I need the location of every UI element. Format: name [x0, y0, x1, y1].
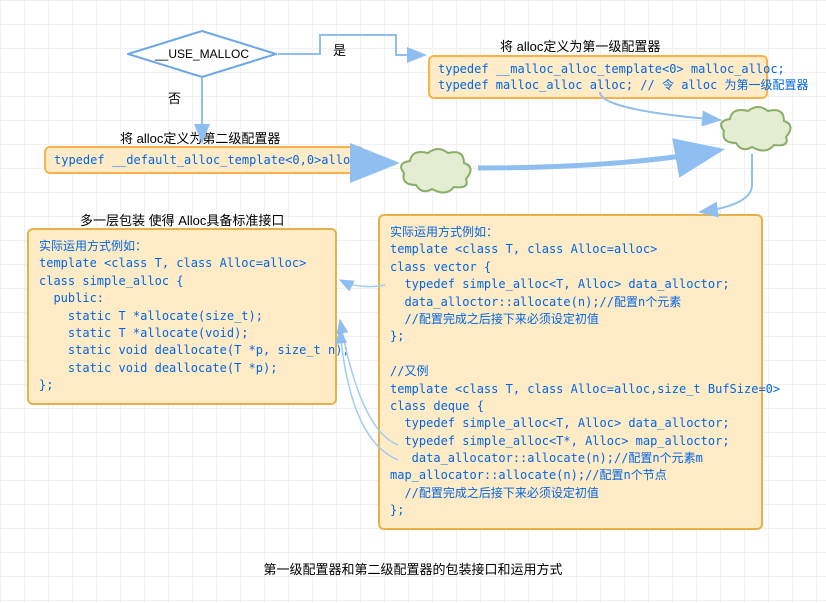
edge-label-no: 否 — [168, 88, 181, 107]
cloud-left — [396, 145, 476, 197]
decision-label: __USE_MALLOC — [127, 30, 277, 78]
footer-caption: 第一级配置器和第二级配置器的包装接口和运用方式 — [0, 559, 826, 578]
code-box-first-level: typedef __malloc_alloc_template<0> mallo… — [428, 55, 768, 99]
code-box-simple-alloc: 实际运用方式例如： template <class T, class Alloc… — [27, 228, 337, 405]
caption-second-level: 将 alloc定义为第二级配置器 — [120, 128, 280, 147]
code-box-second-level: typedef __default_alloc_template<0,0>all… — [44, 146, 364, 174]
caption-first-level: 将 alloc定义为第一级配置器 — [500, 36, 660, 55]
code-box-examples: 实际运用方式例如： template <class T, class Alloc… — [378, 214, 763, 530]
cloud-right — [716, 103, 796, 155]
decision-diamond: __USE_MALLOC — [127, 30, 277, 78]
edge-label-yes: 是 — [333, 40, 346, 59]
caption-wrapper: 多一层包装 使得 Alloc具备标准接口 — [80, 210, 284, 229]
